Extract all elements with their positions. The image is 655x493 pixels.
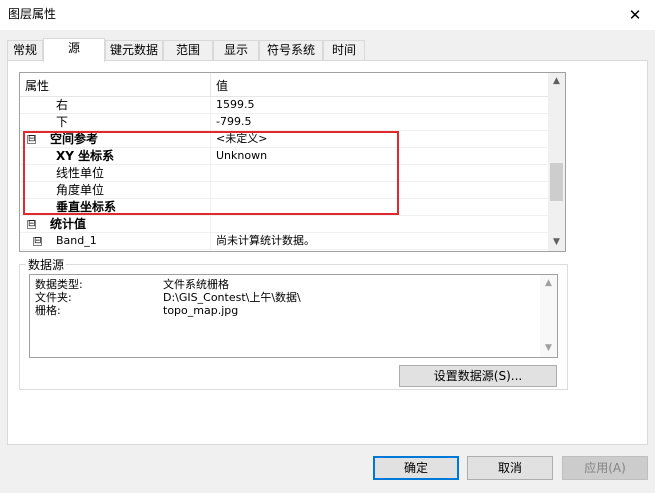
tab-source[interactable]: 源 <box>43 38 105 62</box>
property-grid-header: 属性 值 <box>20 73 550 97</box>
scroll-down-icon[interactable]: ▼ <box>540 340 557 357</box>
datasource-key: 数据类型: <box>35 278 83 291</box>
apply-button[interactable]: 应用(A) <box>562 456 648 480</box>
tab-general[interactable]: 常规 <box>7 40 43 61</box>
property-value: 尚未计算统计数据。 <box>216 234 315 247</box>
tab-time[interactable]: 时间 <box>323 40 365 61</box>
tab-symbology[interactable]: 符号系统 <box>259 40 323 61</box>
property-value: <未定义> <box>216 132 268 145</box>
property-value: Unknown <box>216 149 268 162</box>
close-icon[interactable]: ✕ <box>615 0 655 30</box>
property-label: XY 坐标系 <box>56 149 115 163</box>
datasource-value: topo_map.jpg <box>163 304 239 317</box>
property-label: 右 <box>56 98 69 112</box>
row-divider <box>210 216 211 233</box>
property-row[interactable]: 右 1599.5 <box>20 97 550 114</box>
row-divider <box>210 182 211 199</box>
row-divider <box>210 148 211 165</box>
row-divider <box>210 165 211 182</box>
property-label: 垂直坐标系 <box>56 200 117 214</box>
tab-key-metadata[interactable]: 键元数据 <box>105 40 163 61</box>
ok-button[interactable]: 确定 <box>373 456 459 480</box>
row-divider <box>210 199 211 216</box>
property-value: -799.5 <box>216 115 252 128</box>
cancel-button[interactable]: 取消 <box>467 456 553 480</box>
property-label: 空间参考 <box>50 132 99 146</box>
row-divider <box>210 114 211 131</box>
property-value: 1599.5 <box>216 98 255 111</box>
datasource-key: 文件夹: <box>35 291 72 304</box>
scrollbar-thumb[interactable] <box>550 163 563 201</box>
property-row-spatial-reference[interactable]: ⊟ 空间参考 <未定义> <box>20 131 550 148</box>
column-header-property: 属性 <box>25 79 50 93</box>
property-label: Band_1 <box>56 234 97 247</box>
title-bar: 图层属性 ✕ <box>0 0 655 30</box>
row-divider <box>210 131 211 148</box>
property-grid[interactable]: 属性 值 右 1599.5 下 -799.5 ⊟ 空间参考 <未定义> XY 坐… <box>19 72 566 252</box>
property-row-xy-coordinate-system[interactable]: XY 坐标系 Unknown <box>20 148 550 165</box>
column-divider <box>210 73 211 97</box>
scroll-up-icon[interactable]: ▲ <box>548 73 565 90</box>
datasource-scrollbar[interactable]: ▲ ▼ <box>540 275 557 357</box>
datasource-group-label: 数据源 <box>26 256 67 273</box>
datasource-info-box[interactable]: 数据类型: 文件系统栅格 文件夹: D:\GIS_Contest\上午\数据\ … <box>29 274 558 358</box>
row-divider <box>210 233 211 250</box>
column-header-value: 值 <box>216 79 229 93</box>
property-label: 下 <box>56 115 69 129</box>
row-divider <box>210 97 211 114</box>
datasource-key: 栅格: <box>35 304 61 317</box>
property-row-statistics[interactable]: ⊟ 统计值 <box>20 216 550 233</box>
property-grid-scrollbar[interactable]: ▲ ▼ <box>548 73 565 251</box>
tab-display[interactable]: 显示 <box>213 40 259 61</box>
set-datasource-button[interactable]: 设置数据源(S)... <box>399 365 557 387</box>
property-label: 角度单位 <box>56 183 105 197</box>
property-row-angular-unit[interactable]: 角度单位 <box>20 182 550 199</box>
property-label: 线性单位 <box>56 166 105 180</box>
window-title: 图层属性 <box>8 7 57 21</box>
property-label: 统计值 <box>50 217 87 231</box>
scroll-down-icon[interactable]: ▼ <box>548 234 565 251</box>
datasource-value: D:\GIS_Contest\上午\数据\ <box>163 291 301 304</box>
property-row-linear-unit[interactable]: 线性单位 <box>20 165 550 182</box>
property-row-band[interactable]: ⊟ Band_1 尚未计算统计数据。 <box>20 233 550 250</box>
property-row[interactable]: 下 -799.5 <box>20 114 550 131</box>
scroll-up-icon[interactable]: ▲ <box>540 275 557 292</box>
tab-extent[interactable]: 范围 <box>163 40 213 61</box>
property-row-vertical-coordinate-system[interactable]: 垂直坐标系 <box>20 199 550 216</box>
datasource-value: 文件系统栅格 <box>163 278 229 291</box>
